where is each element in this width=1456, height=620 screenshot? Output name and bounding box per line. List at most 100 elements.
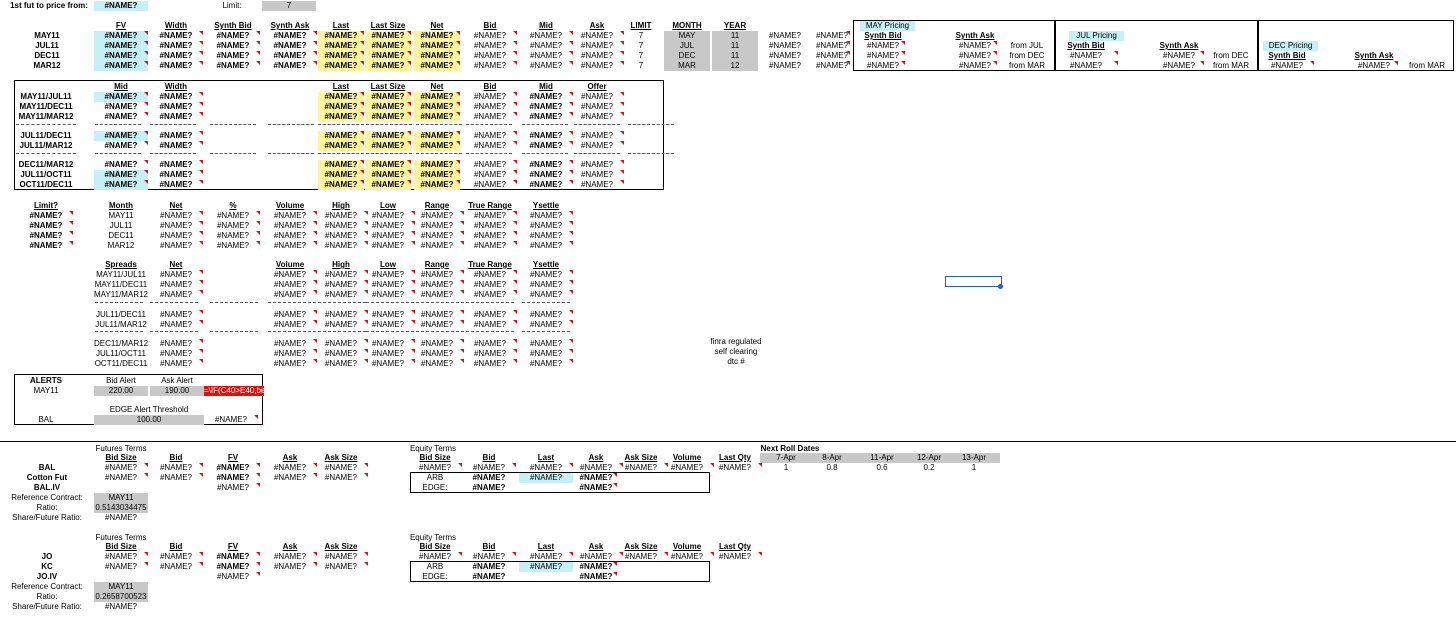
s3-value[interactable]: #NAME? xyxy=(149,211,203,221)
s4-header[interactable]: Spreads xyxy=(94,260,148,270)
finra-note[interactable]: dtc # xyxy=(696,357,776,367)
fv-iv[interactable]: #NAME? xyxy=(206,483,260,493)
s1-value[interactable]: #NAME? xyxy=(206,51,260,61)
s2-value[interactable]: #NAME? xyxy=(318,170,364,180)
alerts-row-label[interactable]: MAY11 xyxy=(18,386,74,396)
s2-value[interactable]: #NAME? xyxy=(365,102,411,112)
dec-synth-bid[interactable]: Synth Bid xyxy=(1265,51,1309,61)
s2-value[interactable]: #NAME? xyxy=(94,141,148,151)
arb-value[interactable]: #NAME? xyxy=(462,562,516,572)
s3-month[interactable]: JUL11 xyxy=(94,221,148,231)
s1-value[interactable]: #NAME? xyxy=(570,31,624,41)
s1-value[interactable]: #NAME? xyxy=(318,61,364,71)
s1-value[interactable]: #NAME? xyxy=(318,41,364,51)
roll-value[interactable]: 1 xyxy=(764,463,808,473)
s2-value[interactable]: #NAME? xyxy=(94,102,148,112)
s2-value[interactable]: #NAME? xyxy=(149,180,203,190)
ref-contract-value[interactable]: MAY11 xyxy=(94,493,148,503)
eq-header[interactable]: Bid Size xyxy=(408,542,462,552)
s2-value[interactable]: #NAME? xyxy=(149,112,203,122)
s2-row-label[interactable]: DEC11/MAR12 xyxy=(16,160,76,170)
s2-value[interactable]: #NAME? xyxy=(463,92,517,102)
s1-extra[interactable]: #NAME? xyxy=(763,31,807,41)
price-from-input[interactable]: #NAME? xyxy=(94,1,148,11)
s2-value[interactable]: #NAME? xyxy=(519,131,573,141)
fut-value[interactable]: #NAME? xyxy=(206,473,260,483)
s2-value[interactable]: #NAME? xyxy=(570,141,624,151)
s2-value[interactable]: #NAME? xyxy=(365,92,411,102)
s2-value[interactable]: #NAME? xyxy=(463,102,517,112)
roll-value[interactable]: 1 xyxy=(952,463,996,473)
s2-value[interactable]: #NAME? xyxy=(570,112,624,122)
s3-value[interactable]: #NAME? xyxy=(519,221,573,231)
s1-value[interactable]: #NAME? xyxy=(414,41,460,51)
s1-value[interactable]: #NAME? xyxy=(263,31,317,41)
s4-value[interactable]: #NAME? xyxy=(410,349,464,359)
s1-value[interactable]: #NAME? xyxy=(94,61,148,71)
s2-value[interactable]: #NAME? xyxy=(94,170,148,180)
ref-contract-label[interactable]: Reference Contract: xyxy=(2,493,92,503)
may-synth-ask-val[interactable]: #NAME? xyxy=(953,41,997,51)
s1-month[interactable]: MAR xyxy=(664,61,710,71)
s1-year[interactable]: 12 xyxy=(712,61,758,71)
s2-value[interactable]: #NAME? xyxy=(570,131,624,141)
fut-value[interactable]: #NAME? xyxy=(263,552,317,562)
s1-value[interactable]: #NAME? xyxy=(263,41,317,51)
s1-value[interactable]: #NAME? xyxy=(149,41,203,51)
s3-value[interactable]: #NAME? xyxy=(519,211,573,221)
eq-header[interactable]: Bid Size xyxy=(408,453,462,463)
s4-spread[interactable]: OCT11/DEC11 xyxy=(88,359,154,369)
s4-value[interactable]: #NAME? xyxy=(519,339,573,349)
s1-value[interactable]: #NAME? xyxy=(94,31,148,41)
fut-value[interactable]: #NAME? xyxy=(314,473,368,483)
s3-header[interactable]: Low xyxy=(361,201,415,211)
s2-value[interactable]: #NAME? xyxy=(414,141,460,151)
s2-value[interactable]: #NAME? xyxy=(519,92,573,102)
jul-pricing-title[interactable]: JUL Pricing xyxy=(1069,31,1124,41)
s1-header[interactable]: Net xyxy=(414,21,460,31)
s1-value[interactable]: #NAME? xyxy=(519,31,573,41)
s4-value[interactable]: #NAME? xyxy=(463,320,517,330)
jul-synth-ask-val[interactable]: #NAME? xyxy=(1157,61,1201,71)
s2-value[interactable]: #NAME? xyxy=(149,160,203,170)
s2-value[interactable]: #NAME? xyxy=(94,160,148,170)
s2-value[interactable]: #NAME? xyxy=(365,112,411,122)
s1-value[interactable]: #NAME? xyxy=(365,61,411,71)
s3-value[interactable]: #NAME? xyxy=(463,231,517,241)
s1-year[interactable]: 11 xyxy=(712,51,758,61)
finra-note[interactable]: self clearing xyxy=(696,347,776,357)
s1-value[interactable]: #NAME? xyxy=(149,31,203,41)
s2-value[interactable]: #NAME? xyxy=(365,131,411,141)
may-synth-ask-val[interactable]: #NAME? xyxy=(953,51,997,61)
s1-extra[interactable]: #NAME? xyxy=(763,41,807,51)
s2-header[interactable]: Mid xyxy=(519,82,573,92)
s1-header[interactable]: Bid xyxy=(463,21,517,31)
fv-iv[interactable]: #NAME? xyxy=(206,572,260,582)
dec-from[interactable]: from MAR xyxy=(1402,61,1452,71)
s1-header[interactable]: Width xyxy=(149,21,203,31)
roll-value[interactable]: 0.6 xyxy=(860,463,904,473)
s4-value[interactable]: #NAME? xyxy=(410,310,464,320)
s4-value[interactable]: #NAME? xyxy=(519,310,573,320)
s3-value[interactable]: #NAME? xyxy=(519,231,573,241)
s2-value[interactable]: #NAME? xyxy=(463,180,517,190)
s3-value[interactable]: #NAME? xyxy=(314,221,368,231)
s2-value[interactable]: #NAME? xyxy=(149,141,203,151)
eq-header[interactable]: Last Qty xyxy=(708,542,762,552)
s4-value[interactable]: #NAME? xyxy=(519,359,573,369)
s2-header[interactable]: Offer xyxy=(570,82,624,92)
ratio-value[interactable]: 0.5143034475 xyxy=(94,503,148,513)
s1-value[interactable]: #NAME? xyxy=(463,61,517,71)
s3-value[interactable]: #NAME? xyxy=(314,231,368,241)
row-label[interactable]: JO.IV xyxy=(20,572,74,582)
row-label[interactable]: BAL xyxy=(20,463,74,473)
s4-spread[interactable]: JUL11/OCT11 xyxy=(88,349,154,359)
s1-extra[interactable]: #NAME? xyxy=(763,61,807,71)
roll-date[interactable]: 7-Apr xyxy=(764,453,808,463)
s2-value[interactable]: #NAME? xyxy=(570,170,624,180)
s2-value[interactable]: #NAME? xyxy=(519,102,573,112)
s1-value[interactable]: #NAME? xyxy=(365,41,411,51)
s4-value[interactable]: #NAME? xyxy=(519,349,573,359)
s1-row-label[interactable]: MAY11 xyxy=(20,31,74,41)
s3-value[interactable]: #NAME? xyxy=(263,241,317,251)
